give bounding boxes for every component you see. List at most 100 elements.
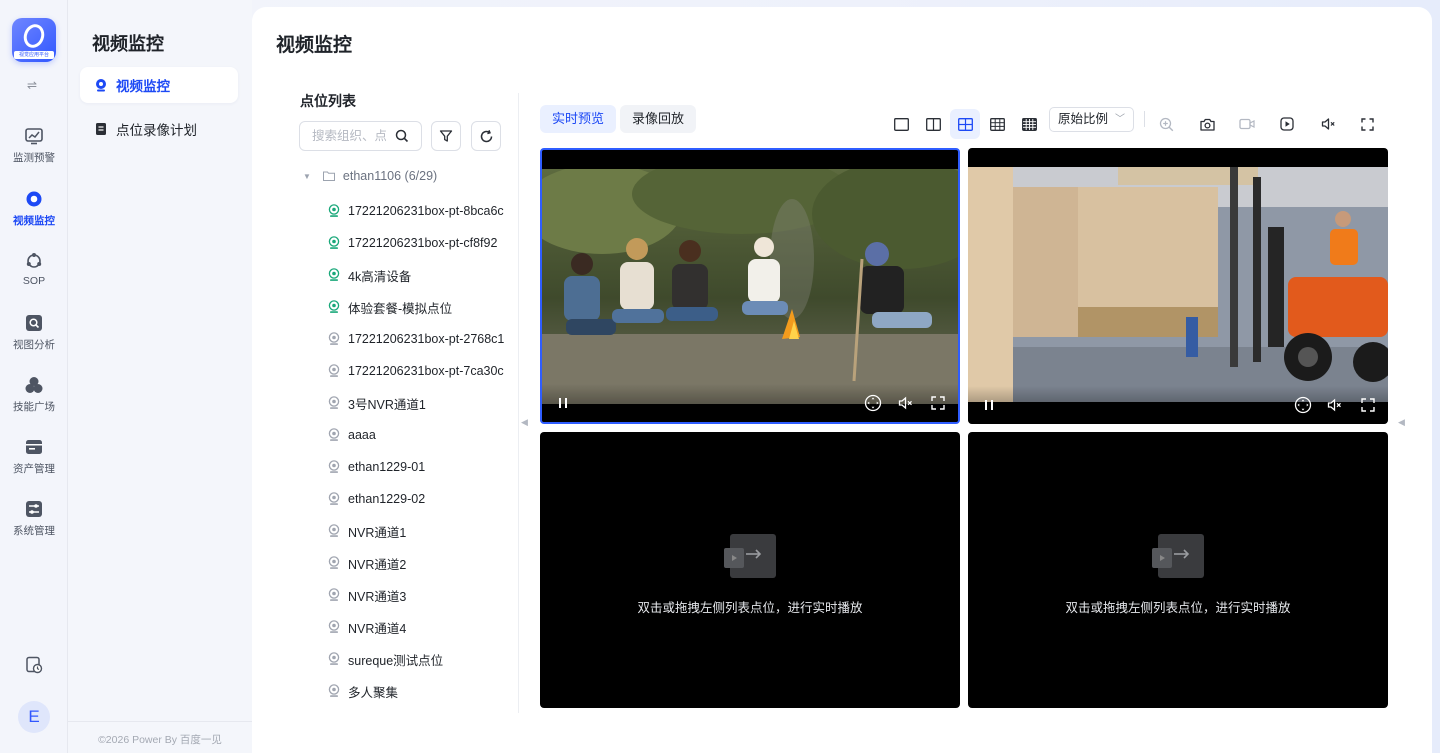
rail-item-sop[interactable]: SOP: [0, 252, 68, 287]
tree-root-node[interactable]: ▼ ethan1106 (6/29): [303, 169, 437, 183]
fullscreen-button[interactable]: [1352, 109, 1382, 139]
tree-item-label: NVR通道4: [348, 621, 407, 636]
rail-label: 视频监控: [13, 215, 55, 227]
camera-offline-icon: [328, 652, 340, 665]
tree-item-label: ethan1229-02: [348, 492, 426, 506]
snapshot-button[interactable]: [1192, 109, 1222, 139]
tree-item-label: 17221206231box-pt-8bca6c: [348, 204, 504, 218]
camera-offline-icon: [328, 332, 340, 345]
mute-icon[interactable]: [897, 394, 915, 412]
user-avatar[interactable]: E: [18, 701, 50, 733]
rail-item-video-monitor[interactable]: 视频监控: [0, 190, 68, 228]
rail-item-view-analysis[interactable]: 视图分析: [0, 314, 68, 352]
camera-offline-icon: [328, 460, 340, 473]
mute-icon[interactable]: [1326, 396, 1344, 414]
camera-offline-icon: [328, 684, 340, 697]
collapse-right-icon[interactable]: ◀: [1398, 417, 1405, 428]
filter-button[interactable]: [431, 121, 461, 151]
camera-offline-icon: [328, 364, 340, 377]
layout-4-button[interactable]: [950, 109, 980, 139]
rail-item-monitor-alert[interactable]: 监测预警: [0, 127, 68, 165]
mute-button[interactable]: [1313, 109, 1343, 139]
tree-item-point[interactable]: NVR通道1: [328, 521, 504, 541]
search-icon[interactable]: [395, 129, 409, 143]
camera-offline-icon: [328, 556, 340, 569]
aspect-ratio-value: 原始比例: [1058, 112, 1109, 126]
tree-item-point[interactable]: 3号NVR通道1: [328, 393, 504, 413]
fullscreen-icon[interactable]: [1359, 396, 1377, 414]
tree-item-label: 3号NVR通道1: [348, 397, 426, 412]
video-tile-1[interactable]: [540, 148, 960, 424]
tree-item-label: NVR通道3: [348, 589, 407, 604]
tree-item-point[interactable]: 多人聚集: [328, 681, 504, 701]
caret-down-icon[interactable]: ▼: [303, 172, 311, 181]
ptz-control-icon[interactable]: [864, 394, 882, 412]
rail-item-assets[interactable]: 资产管理: [0, 438, 68, 476]
tree-item-label: ethan1229-01: [348, 460, 426, 474]
sop-icon: [26, 253, 42, 268]
zoom-in-button[interactable]: [1151, 109, 1181, 139]
tree-item-point[interactable]: aaaa: [328, 425, 504, 445]
live-video-frame: [542, 169, 958, 404]
tree-item-point[interactable]: NVR通道4: [328, 617, 504, 637]
camera-offline-icon: [328, 524, 340, 537]
tree-item-label: NVR通道1: [348, 525, 407, 540]
subnav-item-record-plan[interactable]: 点位录像计划: [80, 111, 238, 147]
point-search[interactable]: [299, 121, 422, 151]
video-monitor-icon: [26, 191, 42, 207]
layout-1-button[interactable]: [886, 109, 916, 139]
rail-item-skills[interactable]: 技能广场: [0, 376, 68, 414]
tree-root-label: ethan1106 (6/29): [342, 169, 438, 183]
tab-playback[interactable]: 录像回放: [620, 105, 697, 133]
app-logo[interactable]: 视觉应用平台: [12, 18, 56, 62]
layout-16-button[interactable]: [1014, 109, 1044, 139]
pause-icon[interactable]: [554, 394, 572, 412]
tree-item-point[interactable]: NVR通道3: [328, 585, 504, 605]
video-tile-4-empty[interactable]: 双击或拖拽左侧列表点位，进行实时播放: [968, 432, 1388, 708]
layout-2-button[interactable]: [918, 109, 948, 139]
rail-item-system[interactable]: 系统管理: [0, 500, 68, 538]
tree-item-point[interactable]: ethan1229-02: [328, 489, 504, 509]
aspect-ratio-select[interactable]: 原始比例 ﹀: [1049, 107, 1134, 132]
tab-live-preview[interactable]: 实时预览: [540, 105, 617, 133]
tree-item-point[interactable]: sureque测试点位: [328, 649, 504, 669]
folder-icon: [322, 171, 335, 181]
tree-item-point[interactable]: NVR通道2: [328, 553, 504, 573]
task-history-icon[interactable]: [25, 656, 43, 674]
zoom-in-icon: [1159, 117, 1173, 131]
subnav-label: 视频监控: [116, 79, 170, 94]
empty-tile-hint: 双击或拖拽左侧列表点位，进行实时播放: [637, 601, 863, 615]
tree-item-point[interactable]: 17221206231box-pt-7ca30c: [328, 361, 504, 381]
tree-item-point[interactable]: 体验套餐-模拟点位: [328, 297, 504, 317]
tree-item-point[interactable]: 17221206231box-pt-8bca6c: [328, 201, 504, 221]
search-input[interactable]: [312, 129, 386, 143]
rail-label: 监测预警: [13, 152, 55, 164]
rail-label: 资产管理: [13, 463, 55, 475]
tree-item-label: NVR通道2: [348, 557, 407, 572]
layout-9-button[interactable]: [982, 109, 1012, 139]
collapse-toggle-icon[interactable]: ⇌: [27, 78, 37, 92]
tree-item-point[interactable]: 4k高清设备: [328, 265, 504, 285]
pause-icon[interactable]: [980, 396, 998, 414]
subnav-item-video-monitor[interactable]: 视频监控: [80, 67, 238, 103]
fullscreen-icon[interactable]: [929, 394, 947, 412]
logo-caption: 视觉应用平台: [14, 51, 54, 59]
tree-item-label: 4k高清设备: [348, 269, 412, 284]
playback-button[interactable]: [1272, 109, 1302, 139]
page-title: 视频监控: [276, 35, 353, 56]
record-button[interactable]: [1232, 109, 1262, 139]
tree-item-point[interactable]: 17221206231box-pt-2768c1: [328, 329, 504, 349]
tree-item-point[interactable]: 17221206231box-pt-cf8f92: [328, 233, 504, 253]
video-tile-3-empty[interactable]: 双击或拖拽左侧列表点位，进行实时播放: [540, 432, 960, 708]
secondary-nav: 视频监控 视频监控 点位录像计划 ©2026 Power By 百度一见: [68, 0, 252, 753]
rail-label: 系统管理: [13, 525, 55, 537]
video-tile-2[interactable]: [968, 148, 1388, 424]
tree-item-point[interactable]: ethan1229-01: [328, 457, 504, 477]
refresh-button[interactable]: [471, 121, 501, 151]
toolbar-divider: [1144, 111, 1145, 127]
collapse-left-icon[interactable]: ◀: [521, 417, 528, 428]
camera-offline-icon: [328, 620, 340, 633]
rail-label: 技能广场: [13, 401, 55, 413]
ptz-control-icon[interactable]: [1294, 396, 1312, 414]
tree-item-label: 体验套餐-模拟点位: [348, 301, 453, 316]
